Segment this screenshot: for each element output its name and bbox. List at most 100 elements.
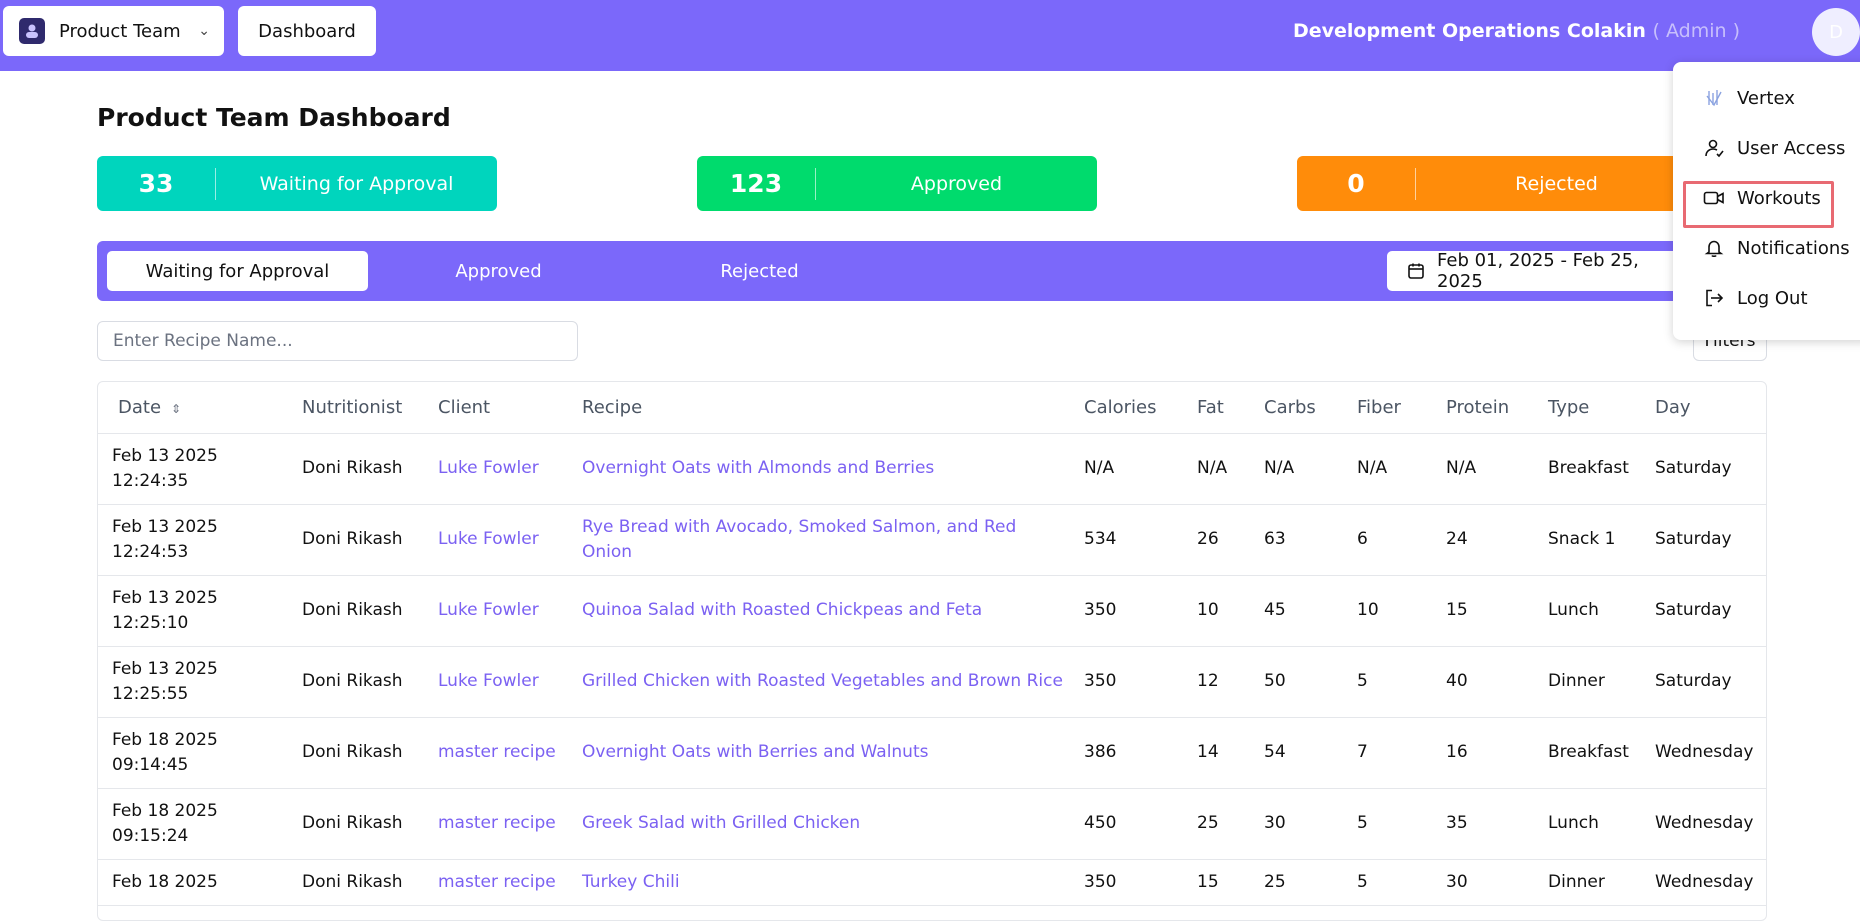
menu-item-label: User Access (1737, 137, 1846, 159)
cell-fiber: 7 (1343, 717, 1432, 789)
cell-nutritionist: Doni Rikash (288, 788, 424, 860)
column-header-label: Date (118, 396, 162, 418)
cell-nutritionist: Doni Rikash (288, 646, 424, 718)
sort-icon[interactable]: ⇕ (171, 402, 181, 416)
user-name-text: Development Operations Colakin (1292, 20, 1646, 42)
cell-client-link[interactable]: master recipe (424, 859, 568, 906)
table-header-row: Date ⇕ Nutritionist Client Recipe Calorie… (98, 382, 1766, 434)
cell-calories: 450 (1070, 788, 1183, 860)
cell-recipe-link[interactable]: Overnight Oats with Almonds and Berries (568, 433, 1070, 505)
logout-icon (1703, 287, 1725, 309)
stat-approved-count: 123 (729, 169, 783, 198)
cell-recipe-link[interactable]: Rye Bread with Avocado, Smoked Salmon, a… (568, 504, 1070, 576)
cell-type: Dinner (1534, 859, 1641, 906)
cell-recipe-link[interactable]: Greek Salad with Grilled Chicken (568, 788, 1070, 860)
cell-client-link[interactable]: master recipe (424, 788, 568, 860)
tab-approved[interactable]: Approved (368, 251, 629, 291)
chevron-down-icon: ⌄ (198, 23, 210, 39)
column-header-fat: Fat (1183, 382, 1250, 434)
tab-rejected[interactable]: Rejected (629, 251, 890, 291)
dashboard-button[interactable]: Dashboard (238, 6, 376, 56)
top-bar: Product Team ⌄ Dashboard Development Ope… (0, 0, 1860, 71)
cell-fat: 10 (1183, 575, 1250, 647)
table-row[interactable]: Feb 13 2025 12:25:10 Doni Rikash Luke Fo… (98, 575, 1766, 647)
stat-approved-label: Approved (910, 172, 1003, 195)
cell-day: Wednesday (1641, 859, 1766, 906)
team-selector-label: Product Team (59, 20, 181, 42)
cell-recipe-link[interactable]: Turkey Chili (568, 859, 1070, 906)
cell-nutritionist: Doni Rikash (288, 717, 424, 789)
cell-nutritionist: Doni Rikash (288, 504, 424, 576)
column-header-carbs: Carbs (1250, 382, 1343, 434)
cell-client-link[interactable]: master recipe (424, 717, 568, 789)
video-camera-icon (1703, 187, 1725, 209)
cell-client-link[interactable]: Luke Fowler (424, 504, 568, 576)
cell-carbs: 25 (1250, 859, 1343, 906)
bell-icon (1703, 237, 1725, 259)
column-header-date[interactable]: Date ⇕ (98, 382, 288, 434)
cell-day: Saturday (1641, 575, 1766, 647)
cell-day: Wednesday (1641, 788, 1766, 860)
recipe-search-input[interactable] (97, 321, 578, 361)
menu-item-user-access[interactable]: User Access (1703, 131, 1845, 165)
team-logo-icon (19, 18, 45, 44)
cell-type: Breakfast (1534, 717, 1641, 789)
cell-nutritionist: Doni Rikash (288, 433, 424, 505)
tab-waiting-for-approval[interactable]: Waiting for Approval (107, 251, 368, 291)
avatar[interactable]: D (1812, 8, 1860, 56)
table-row[interactable]: Feb 13 2025 12:25:55 Doni Rikash Luke Fo… (98, 646, 1766, 718)
cell-type: Breakfast (1534, 433, 1641, 505)
cell-calories: N/A (1070, 433, 1183, 505)
cell-protein: N/A (1432, 433, 1534, 505)
cell-fiber: 5 (1343, 859, 1432, 906)
cell-date: Feb 18 2025 09:15:24 (98, 788, 288, 860)
cell-carbs: N/A (1250, 433, 1343, 505)
cell-carbs: 54 (1250, 717, 1343, 789)
stat-waiting-count: 33 (138, 169, 174, 198)
cell-fat: 25 (1183, 788, 1250, 860)
column-header-type: Type (1534, 382, 1641, 434)
table-row[interactable]: Feb 18 2025 09:14:45 Doni Rikash master … (98, 717, 1766, 789)
cell-carbs: 45 (1250, 575, 1343, 647)
stat-rejected-label: Rejected (1515, 172, 1598, 195)
cell-date: Feb 13 2025 12:24:35 (98, 433, 288, 505)
cell-protein: 40 (1432, 646, 1534, 718)
cell-client-link[interactable]: Luke Fowler (424, 646, 568, 718)
cell-nutritionist: Doni Rikash (288, 575, 424, 647)
menu-item-label: Log Out (1737, 287, 1808, 309)
cell-fiber: 5 (1343, 646, 1432, 718)
cell-protein: 16 (1432, 717, 1534, 789)
cell-fat: 14 (1183, 717, 1250, 789)
cell-day: Wednesday (1641, 717, 1766, 789)
stat-rejected-card: 0 Rejected (1297, 156, 1697, 211)
column-header-day: Day (1641, 382, 1766, 434)
table-row[interactable]: Feb 18 2025 Doni Rikash master recipe Tu… (98, 859, 1766, 906)
menu-item-log-out[interactable]: Log Out (1703, 281, 1808, 315)
cell-fiber: 10 (1343, 575, 1432, 647)
cell-client-link[interactable]: Luke Fowler (424, 575, 568, 647)
cell-fiber: 5 (1343, 788, 1432, 860)
team-selector[interactable]: Product Team ⌄ (3, 6, 224, 56)
menu-item-workouts[interactable]: Workouts (1703, 181, 1821, 215)
menu-item-label: Vertex (1737, 87, 1795, 109)
table-row[interactable]: Feb 18 2025 09:15:24 Doni Rikash master … (98, 788, 1766, 860)
user-dropdown-menu: Vertex User Access Workouts Notification… (1673, 62, 1860, 340)
cell-fat: 15 (1183, 859, 1250, 906)
stat-waiting-label: Waiting for Approval (259, 172, 454, 195)
cell-recipe-link[interactable]: Overnight Oats with Berries and Walnuts (568, 717, 1070, 789)
menu-item-notifications[interactable]: Notifications (1703, 231, 1850, 265)
cell-client-link[interactable]: Luke Fowler (424, 433, 568, 505)
table-row[interactable]: Feb 13 2025 12:24:53 Doni Rikash Luke Fo… (98, 504, 1766, 576)
cell-fat: 12 (1183, 646, 1250, 718)
column-header-protein: Protein (1432, 382, 1534, 434)
page-title: Product Team Dashboard (97, 103, 451, 132)
menu-item-vertex[interactable]: Vertex (1703, 81, 1795, 115)
cell-fiber: N/A (1343, 433, 1432, 505)
cell-recipe-link[interactable]: Grilled Chicken with Roasted Vegetables … (568, 646, 1070, 718)
cell-date: Feb 18 2025 09:14:45 (98, 717, 288, 789)
cell-recipe-link[interactable]: Quinoa Salad with Roasted Chickpeas and … (568, 575, 1070, 647)
date-range-picker[interactable]: Feb 01, 2025 - Feb 25, 2025 (1387, 250, 1687, 292)
cell-protein: 35 (1432, 788, 1534, 860)
cell-carbs: 50 (1250, 646, 1343, 718)
table-row[interactable]: Feb 13 2025 12:24:35 Doni Rikash Luke Fo… (98, 433, 1766, 505)
